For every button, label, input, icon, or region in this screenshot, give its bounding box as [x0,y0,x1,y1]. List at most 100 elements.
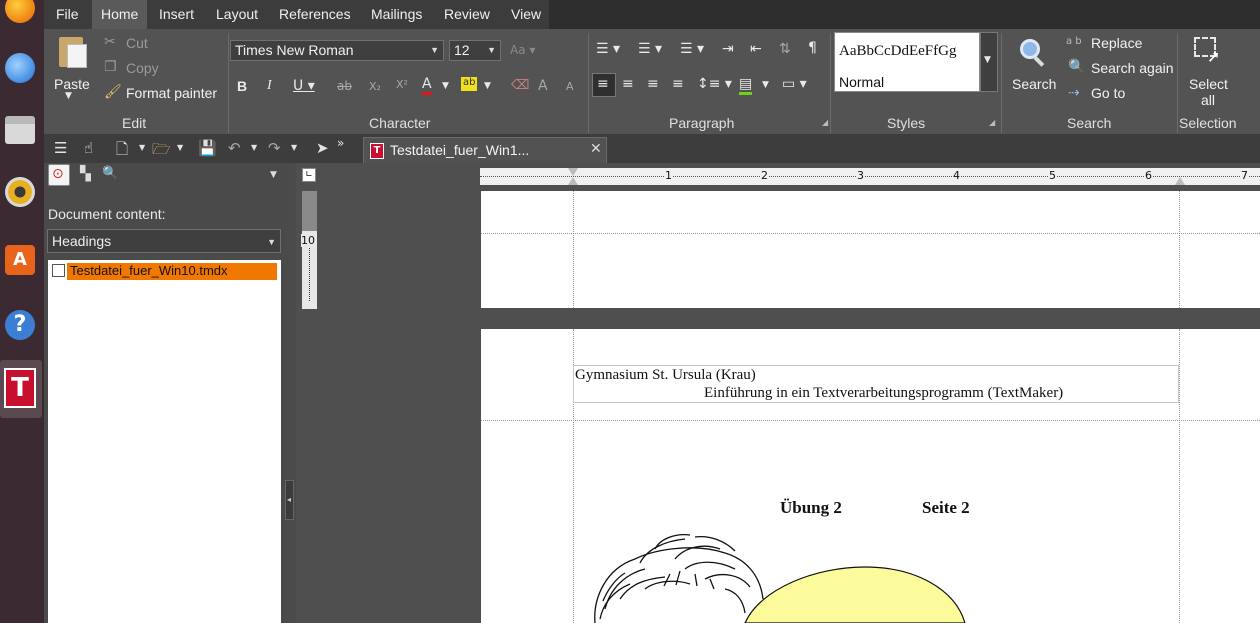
first-line-indent-marker[interactable] [568,168,578,176]
undo-icon[interactable]: ↶ [228,139,241,157]
left-indent-marker[interactable] [568,177,578,185]
search-icon[interactable] [1018,37,1046,67]
sort-icon[interactable]: ⇅ [779,41,791,57]
select-all-icon[interactable]: ➚ [1194,37,1222,67]
multilevel-list-icon[interactable]: ☰ ▾ [680,41,704,57]
tree-item-checkbox[interactable] [52,264,65,277]
chevron-down-icon[interactable]: ▼ [762,80,769,90]
menu-layout[interactable]: Layout [207,0,267,29]
previous-page[interactable] [481,191,1260,308]
copy-button[interactable]: Copy [126,60,159,76]
justify-icon[interactable]: ≡ [672,76,684,92]
tree-item[interactable]: Testdatei_fuer_Win10.tmdx [67,263,277,280]
objects-tab-icon[interactable]: ▚ [80,166,91,182]
overflow-icon[interactable]: » [337,136,344,150]
subscript-icon[interactable]: X₂ [369,80,381,93]
textmaker-icon[interactable]: T [0,366,40,410]
files-icon[interactable] [0,108,40,152]
grow-font-icon[interactable]: A [538,78,548,94]
right-indent-marker[interactable] [1175,177,1185,185]
decrease-indent-icon[interactable]: ⇤ [750,41,762,57]
chevron-down-icon[interactable]: ▼ [442,81,449,91]
tree-item-label: Testdatei_fuer_Win10.tmdx [70,263,228,278]
firefox-icon[interactable] [0,0,40,30]
dialog-launcher-icon[interactable]: ◢ [989,118,995,127]
search-icon[interactable]: 🔍 [102,166,118,181]
style-gallery[interactable]: AaBbCcDdEeFfGg Normal [834,32,980,92]
touch-mode-icon[interactable]: ☝ [84,139,93,157]
navigator-tab[interactable]: ⊙ [48,164,70,186]
change-case-icon[interactable]: Aa ▾ [510,43,535,57]
menu-home[interactable]: Home [92,0,148,29]
ruler-label: 5 [1048,169,1057,182]
menu-insert[interactable]: Insert [150,0,203,29]
format-painter-button[interactable]: Format painter [126,85,217,101]
tab-stop-selector[interactable]: ∟ [302,168,316,182]
horizontal-ruler[interactable]: 1 2 3 4 5 6 7 [480,168,1260,185]
replace-button[interactable]: Replace [1091,35,1142,51]
underline-icon[interactable]: U ▾ [293,78,315,94]
content-mode-select[interactable]: Headings ▼ [47,229,281,253]
sidebar-collapse-handle[interactable]: ◂ [285,480,294,520]
menu-file[interactable]: File [47,0,88,29]
align-center-icon[interactable]: ≡ [622,76,634,92]
open-folder-icon[interactable]: 🗁 [152,139,171,164]
chevron-down-icon[interactable]: ▼ [251,143,257,152]
font-size-combo[interactable]: 12 ▼ [449,40,501,61]
select-all-label-2[interactable]: all [1201,92,1215,108]
search-button[interactable]: Search [1012,76,1056,92]
chevron-down-icon[interactable]: ▼ [139,143,145,152]
chevron-down-icon[interactable]: ▼ [484,81,491,91]
increase-indent-icon[interactable]: ⇥ [722,41,734,57]
shading-icon[interactable]: ▤ [739,76,753,95]
close-icon[interactable]: ✕ [590,141,602,157]
strikethrough-icon[interactable]: ab [337,79,352,93]
document-tree[interactable]: Testdatei_fuer_Win10.tmdx [48,260,281,623]
chevron-down-icon[interactable]: ▼ [177,143,183,152]
rhythmbox-icon[interactable] [0,170,40,214]
clear-formatting-icon[interactable]: ⌫ [511,78,529,93]
document-tab[interactable]: T Testdatei_fuer_Win1... ✕ [363,137,607,163]
redo-icon[interactable]: ↷ [268,139,281,157]
ruler-label: 2 [760,169,769,182]
replace-icon: a b [1066,36,1082,47]
menu-references[interactable]: References [270,0,360,29]
new-document-icon[interactable]: 🗋 [116,139,128,164]
select-all-label-1[interactable]: Select [1189,76,1228,92]
search-again-button[interactable]: Search again [1091,60,1174,76]
hamburger-menu-icon[interactable]: ☰ [54,139,67,157]
pointer-icon[interactable]: ➤ [316,139,329,157]
bold-icon[interactable]: B [237,78,247,94]
help-icon[interactable]: ? [0,303,40,347]
font-color-icon[interactable]: A [422,76,432,95]
current-page[interactable]: Gymnasium St. Ursula (Krau) Einführung i… [481,329,1260,623]
superscript-icon[interactable]: X² [396,78,408,91]
highlight-icon[interactable]: ab [461,77,478,91]
dialog-launcher-icon[interactable]: ◢ [822,118,828,127]
font-name-combo[interactable]: Times New Roman ▼ [230,40,444,61]
cut-button[interactable]: Cut [126,35,148,51]
chevron-down-icon[interactable]: ▼ [291,143,297,152]
go-to-button[interactable]: Go to [1091,85,1125,101]
margin-guide [1179,329,1180,623]
menu-review[interactable]: Review [435,0,499,29]
numbered-list-icon[interactable]: ☰ ▾ [638,41,662,57]
chevron-down-icon[interactable]: ▼ [270,170,277,180]
vertical-ruler[interactable]: 10 [301,191,317,309]
pilcrow-icon[interactable]: ¶ [808,40,817,56]
save-icon[interactable]: 💾 [198,139,217,157]
paste-icon[interactable] [57,35,89,69]
italic-icon[interactable]: I [267,78,272,94]
menu-mailings[interactable]: Mailings [362,0,431,29]
bullet-list-icon[interactable]: ☰ ▾ [596,41,620,57]
align-right-icon[interactable]: ≡ [647,76,659,92]
shrink-font-icon[interactable]: A [566,80,574,93]
borders-icon[interactable]: ▭ ▾ [782,76,807,92]
paste-button[interactable]: Paste [54,76,90,92]
style-gallery-dropdown[interactable]: ▼ [980,32,998,92]
paste-dropdown-icon[interactable]: ▼ [65,91,72,101]
menu-view[interactable]: View [502,0,550,29]
line-spacing-icon[interactable]: ↕≡ ▾ [697,76,732,92]
thunderbird-icon[interactable] [0,46,40,90]
software-center-icon[interactable]: A [0,238,40,282]
